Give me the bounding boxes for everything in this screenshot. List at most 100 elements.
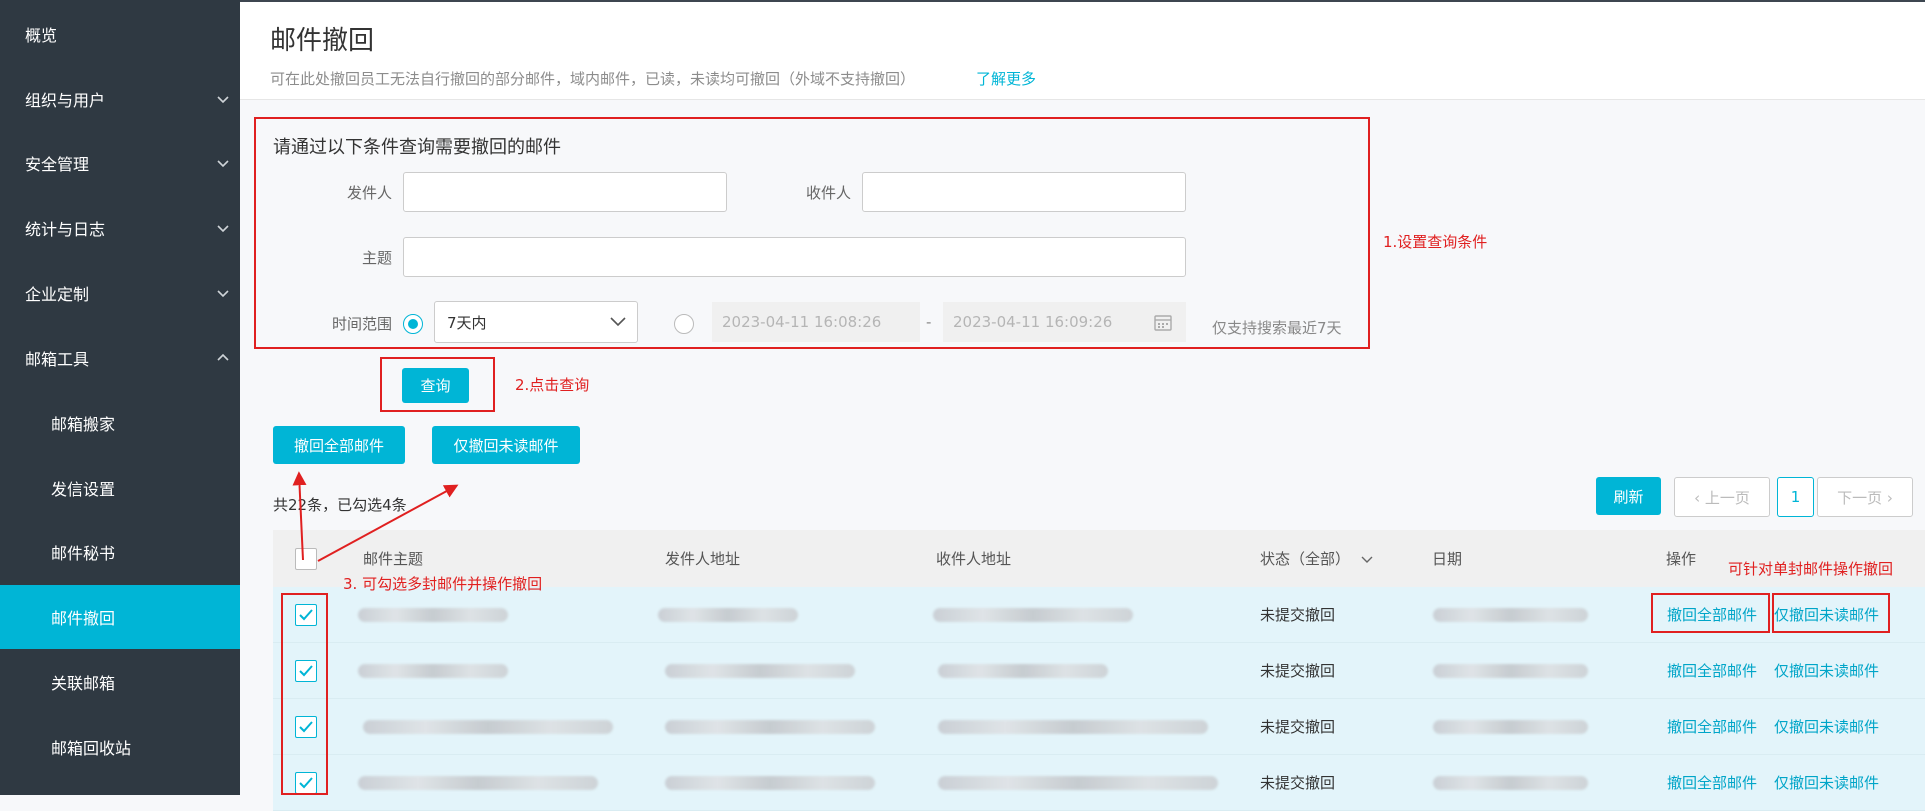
sidebar-item-label: 关联邮箱: [51, 674, 116, 693]
calendar-icon: [1154, 315, 1172, 331]
column-recipient: 收件人地址: [936, 550, 1012, 568]
date-redacted: [1433, 664, 1588, 678]
recall-unread-button[interactable]: 仅撤回未读邮件: [432, 426, 580, 464]
column-sender: 发件人地址: [665, 550, 741, 568]
sender-input[interactable]: [403, 172, 727, 212]
sidebar-item-label: 邮箱搬家: [51, 415, 116, 434]
chevron-down-icon: [217, 290, 229, 298]
table-row: 未提交撤回 撤回全部邮件 仅撤回未读邮件: [273, 643, 1925, 699]
sidebar-item-security[interactable]: 安全管理: [0, 131, 240, 195]
annotation-single-recall: 可针对单封邮件操作撤回: [1728, 560, 1894, 578]
time-range-value: 7天内: [447, 313, 487, 332]
date-separator: -: [926, 313, 932, 331]
sidebar-item-mail-recall[interactable]: 邮件撤回: [0, 585, 240, 649]
sidebar-item-mail-recycle-bin[interactable]: 邮箱回收站: [0, 715, 240, 779]
query-heading: 请通过以下条件查询需要撤回的邮件: [273, 137, 561, 158]
annotation-step-2: 2.点击查询: [515, 376, 590, 394]
recipient-label: 收件人: [805, 184, 851, 202]
sidebar-item-label: 组织与用户: [25, 91, 106, 110]
chevron-down-icon: [217, 96, 229, 104]
status-cell: 未提交撤回: [1260, 774, 1336, 792]
time-preset-radio[interactable]: [403, 314, 423, 334]
refresh-button[interactable]: 刷新: [1596, 477, 1661, 515]
subject-redacted: [358, 776, 598, 790]
sidebar-item-label: 邮箱回收站: [51, 739, 132, 758]
sidebar-item-mail-migration[interactable]: 邮箱搬家: [0, 391, 240, 455]
end-date-input[interactable]: 2023-04-11 16:09:26: [943, 302, 1186, 342]
recipient-redacted: [938, 720, 1208, 734]
subject-redacted: [363, 720, 613, 734]
sidebar-item-send-settings[interactable]: 发信设置: [0, 456, 240, 520]
subject-redacted: [358, 664, 508, 678]
table-row: 未提交撤回 撤回全部邮件 仅撤回未读邮件: [273, 755, 1925, 811]
row-recall-unread-link[interactable]: 仅撤回未读邮件: [1774, 660, 1879, 681]
recipient-redacted: [938, 776, 1218, 790]
subject-redacted: [358, 608, 508, 622]
search-button[interactable]: 查询: [402, 368, 469, 403]
status-cell: 未提交撤回: [1260, 662, 1336, 680]
recipient-input[interactable]: [862, 172, 1186, 212]
sidebar-item-label: 发信设置: [51, 480, 116, 499]
page-description: 可在此处撤回员工无法自行撤回的部分邮件，域内邮件，已读，未读均可撤回（外域不支持…: [270, 70, 916, 88]
learn-more-link[interactable]: 了解更多: [976, 68, 1036, 89]
subject-input[interactable]: [403, 237, 1186, 277]
status-cell: 未提交撤回: [1260, 718, 1336, 736]
page-title: 邮件撤回: [270, 26, 375, 56]
page-number-button[interactable]: 1: [1777, 477, 1814, 517]
chevron-down-icon: [217, 225, 229, 233]
annotation-step-1: 1.设置查询条件: [1383, 233, 1488, 251]
page-header: 邮件撤回 可在此处撤回员工无法自行撤回的部分邮件，域内邮件，已读，未读均可撤回（…: [240, 2, 1925, 100]
annotation-box-checkboxes: [281, 593, 328, 795]
row-recall-all-link[interactable]: 撤回全部邮件: [1667, 772, 1757, 793]
column-operation: 操作: [1666, 550, 1697, 568]
subject-label: 主题: [361, 249, 392, 267]
column-status-filter[interactable]: 状态（全部）: [1260, 548, 1373, 569]
sidebar-item-label: 邮件秘书: [51, 544, 116, 563]
annotation-box-row-recall-all: [1651, 593, 1770, 633]
time-range-select[interactable]: 7天内: [434, 301, 638, 343]
sidebar-item-label: 邮件撤回: [51, 609, 116, 628]
row-recall-all-link[interactable]: 撤回全部邮件: [1667, 716, 1757, 737]
recall-all-button[interactable]: 撤回全部邮件: [273, 426, 405, 464]
start-date-input[interactable]: 2023-04-11 16:08:26: [712, 302, 920, 342]
date-redacted: [1433, 720, 1588, 734]
sidebar-item-linked-mailbox[interactable]: 关联邮箱: [0, 650, 240, 714]
sidebar-item-org-users[interactable]: 组织与用户: [0, 67, 240, 131]
sidebar-item-label: 统计与日志: [25, 220, 106, 239]
selection-count: 共22条，已勾选4条: [273, 496, 407, 514]
time-range-label: 时间范围: [331, 315, 392, 333]
date-redacted: [1433, 776, 1588, 790]
row-recall-all-link[interactable]: 撤回全部邮件: [1667, 660, 1757, 681]
chevron-down-icon: [1361, 556, 1373, 563]
next-page-button[interactable]: 下一页 ›: [1817, 477, 1913, 517]
chevron-up-icon: [217, 353, 229, 361]
chevron-down-icon: [610, 317, 626, 327]
sender-redacted: [658, 608, 798, 622]
status-cell: 未提交撤回: [1260, 606, 1336, 624]
sidebar-item-label: 安全管理: [25, 155, 90, 174]
prev-page-button[interactable]: ‹ 上一页: [1674, 477, 1770, 517]
sidebar-item-stats-logs[interactable]: 统计与日志: [0, 196, 240, 260]
sidebar-item-enterprise-custom[interactable]: 企业定制: [0, 261, 240, 325]
sidebar-item-mail-tools[interactable]: 邮箱工具: [0, 326, 240, 390]
sidebar-item-overview[interactable]: 概览: [0, 2, 240, 66]
column-subject: 邮件主题: [363, 550, 424, 568]
chevron-down-icon: [217, 160, 229, 168]
sender-label: 发件人: [346, 184, 392, 202]
sidebar-item-mail-secretary[interactable]: 邮件秘书: [0, 520, 240, 584]
table-row: 未提交撤回 撤回全部邮件 仅撤回未读邮件: [273, 699, 1925, 755]
sidebar-item-label: 概览: [25, 26, 58, 45]
end-date-value: 2023-04-11 16:09:26: [953, 313, 1113, 331]
search-hint: 仅支持搜索最近7天: [1212, 319, 1342, 337]
select-all-checkbox[interactable]: [295, 548, 317, 570]
row-recall-unread-link[interactable]: 仅撤回未读邮件: [1774, 772, 1879, 793]
annotation-step-3: 3. 可勾选多封邮件并操作撤回: [343, 575, 543, 593]
sidebar: 概览 组织与用户 安全管理 统计与日志 企业定制 邮箱工具 邮箱搬家 发信设置 …: [0, 0, 240, 795]
recipient-redacted: [938, 664, 1108, 678]
custom-range-radio[interactable]: [674, 314, 694, 334]
mail-table: 邮件主题 发件人地址 收件人地址 状态（全部） 日期 操作 未提交撤回 撤回全部…: [273, 530, 1925, 811]
sidebar-item-label: 企业定制: [25, 285, 90, 304]
row-recall-unread-link[interactable]: 仅撤回未读邮件: [1774, 716, 1879, 737]
annotation-box-row-recall-unread: [1772, 593, 1890, 633]
sender-redacted: [665, 664, 855, 678]
